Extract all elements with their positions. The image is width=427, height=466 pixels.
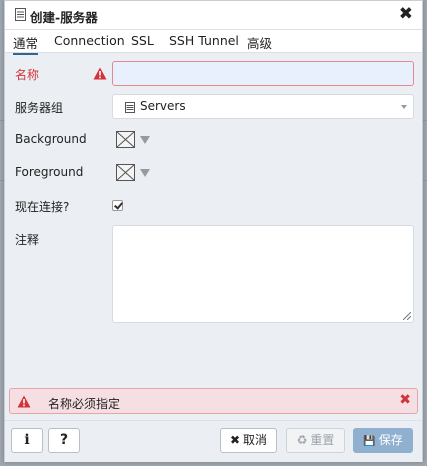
tab-bar: 通常 Connection SSL SSH Tunnel 高级 bbox=[5, 30, 422, 55]
server-group-icon bbox=[125, 102, 135, 113]
connect-now-label: 现在连接? bbox=[15, 200, 70, 214]
reset-button[interactable]: ♻ 重置 bbox=[286, 428, 345, 453]
save-icon: 💾 bbox=[363, 436, 376, 447]
chevron-down-icon bbox=[401, 105, 407, 109]
name-input[interactable] bbox=[112, 61, 414, 86]
tab-ssl[interactable]: SSL bbox=[131, 33, 154, 48]
server-group-select[interactable]: Servers bbox=[112, 94, 414, 119]
resize-grip-icon[interactable] bbox=[403, 312, 411, 320]
cancel-label: 取消 bbox=[243, 433, 268, 447]
save-button[interactable]: 💾 保存 bbox=[353, 428, 413, 453]
dialog-titlebar[interactable]: 创建-服务器 ✖ bbox=[5, 1, 422, 30]
warning-icon bbox=[17, 395, 31, 408]
background-color-picker[interactable] bbox=[116, 129, 156, 151]
reset-label: 重置 bbox=[310, 433, 335, 447]
create-server-dialog: 创建-服务器 ✖ 通常 Connection SSL SSH Tunnel 高级… bbox=[4, 0, 423, 462]
dialog-title: 创建-服务器 bbox=[30, 10, 98, 25]
foreground-color-picker[interactable] bbox=[116, 162, 156, 184]
close-icon: ✖ bbox=[229, 433, 241, 447]
close-error-icon[interactable]: ✖ bbox=[399, 392, 411, 408]
error-message-text: 名称必须指定 bbox=[48, 397, 121, 411]
warning-icon bbox=[93, 67, 107, 80]
help-button[interactable]: ? bbox=[48, 428, 80, 453]
tab-advanced[interactable]: 高级 bbox=[247, 33, 272, 52]
error-message-bar: 名称必须指定 ✖ bbox=[9, 388, 418, 414]
recycle-icon: ♻ bbox=[296, 433, 308, 447]
comments-textarea[interactable] bbox=[112, 225, 414, 323]
background-label: Background bbox=[15, 132, 87, 146]
checkmark-icon bbox=[114, 200, 123, 210]
close-icon[interactable]: ✖ bbox=[399, 4, 413, 24]
info-button[interactable]: i bbox=[11, 428, 43, 453]
no-color-swatch-icon bbox=[116, 164, 135, 181]
dialog-footer: i ? ✖ 取消 ♻ 重置 💾 保存 bbox=[5, 420, 422, 462]
connect-now-checkbox[interactable] bbox=[112, 200, 123, 211]
server-group-value: Servers bbox=[140, 99, 186, 113]
tab-connection[interactable]: Connection bbox=[54, 33, 125, 48]
tab-ssh-tunnel[interactable]: SSH Tunnel bbox=[169, 33, 239, 48]
comments-label: 注释 bbox=[15, 233, 40, 247]
foreground-label: Foreground bbox=[15, 165, 84, 179]
cancel-button[interactable]: ✖ 取消 bbox=[220, 428, 277, 453]
save-label: 保存 bbox=[378, 433, 403, 447]
name-label: 名称 bbox=[15, 68, 40, 82]
server-group-label: 服务器组 bbox=[15, 101, 64, 115]
no-color-swatch-icon bbox=[116, 131, 135, 148]
dropdown-triangle-icon bbox=[140, 136, 150, 144]
dropdown-triangle-icon bbox=[140, 169, 150, 177]
server-icon bbox=[15, 8, 26, 21]
tab-general[interactable]: 通常 bbox=[13, 33, 39, 55]
